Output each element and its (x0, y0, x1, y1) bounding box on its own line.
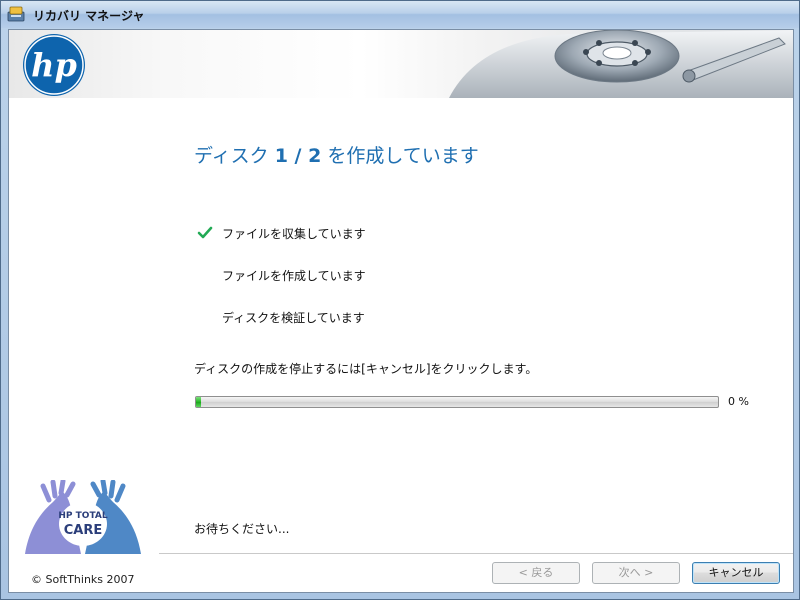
recovery-manager-icon (7, 6, 25, 22)
copyright-text: © SoftThinks 2007 (31, 573, 135, 586)
svg-text:hp: hp (31, 46, 77, 84)
hard-disk-image (449, 30, 793, 98)
title-bar[interactable]: リカバリ マネージャ (1, 1, 799, 28)
step-create-files: ファイルを作成しています (222, 269, 366, 283)
checkmark-icon (197, 226, 213, 239)
heading-disc-number: 1 / 2 (274, 145, 322, 167)
hp-logo: hp (23, 34, 85, 96)
svg-text:HP TOTAL: HP TOTAL (58, 511, 107, 521)
page-heading: ディスク 1 / 2 を作成しています (194, 141, 479, 168)
cancel-button[interactable]: キャンセル (692, 562, 780, 584)
progress-bar-fill (196, 397, 202, 407)
cancel-instruction: ディスクの作成を停止するには[キャンセル]をクリックします。 (194, 362, 538, 376)
progress-bar (195, 396, 719, 408)
sidebar: HP TOTAL CARE (9, 98, 159, 592)
heading-prefix: ディスク (194, 145, 275, 167)
heading-suffix: を作成しています (321, 145, 479, 167)
step-collect-files: ファイルを収集しています (222, 227, 366, 241)
wait-message: お待ちください... (194, 522, 290, 536)
svg-text:CARE: CARE (64, 523, 103, 538)
footer-separator (159, 553, 793, 555)
next-button[interactable]: 次へ > (592, 562, 680, 584)
progress-percent: 0 % (728, 395, 749, 408)
step-verify-disc: ディスクを検証しています (222, 311, 365, 325)
wizard-client-area: hp HP TOTAL CARE © SoftThinks 2007 ディスク … (8, 29, 794, 593)
window-title: リカバリ マネージャ (33, 9, 145, 23)
window: リカバリ マネージャ hp HP TOTAL CARE © SoftThinks… (0, 0, 800, 600)
header-banner: hp (9, 30, 793, 98)
back-button[interactable]: < 戻る (492, 562, 580, 584)
hp-total-care-logo: HP TOTAL CARE (25, 480, 141, 554)
